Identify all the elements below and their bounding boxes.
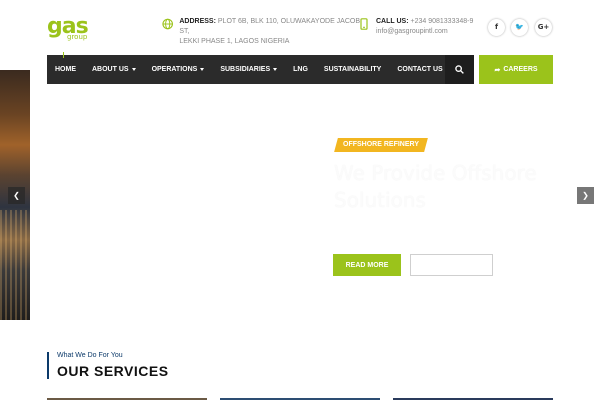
hero-tag: OFFSHORE REFINERY	[334, 138, 428, 152]
twitter-icon[interactable]: 🐦	[511, 19, 528, 36]
hero-tag-label: OFFSHORE REFINERY	[343, 141, 419, 148]
google-plus-icon[interactable]: G+	[535, 19, 552, 36]
hero-headline: We Provide Offshore Solutions	[334, 161, 537, 212]
caret-down-icon	[273, 68, 278, 71]
search-icon	[455, 65, 464, 74]
address-label: ADDRESS:	[179, 18, 216, 25]
chevron-left-icon: ❮	[13, 191, 20, 200]
chevron-right-icon: ❯	[582, 191, 589, 200]
active-indicator	[63, 52, 64, 58]
careers-label: CAREERS	[503, 66, 538, 73]
logo-subtext: group	[67, 33, 88, 41]
nav-item-lng[interactable]: LNG	[285, 55, 316, 84]
careers-button[interactable]: ➦ CAREERS	[479, 55, 553, 84]
globe-icon	[162, 18, 173, 30]
share-icon: ➦	[494, 66, 501, 74]
call-block: CALL US: +234 9081333348-9 info@gasgroup…	[358, 17, 478, 37]
nav-item-sustainability[interactable]: SUSTAINABILITY	[316, 55, 389, 84]
phone-icon	[360, 18, 368, 30]
nav-label: SUBSIDIARIES	[220, 66, 271, 73]
nav-item-home[interactable]: HOME	[47, 52, 84, 84]
hero-secondary-button[interactable]	[410, 254, 493, 276]
services-title: OUR SERVICES	[57, 363, 169, 379]
slider-prev-button[interactable]: ❮	[8, 187, 25, 204]
nav-item-about-us[interactable]: ABOUT US	[84, 55, 144, 84]
call-email[interactable]: info@gasgroupintl.com	[376, 27, 473, 37]
nav-label: OPERATIONS	[151, 66, 198, 73]
address-block: ADDRESS: PLOT 6B, BLK 110, OLUWAKAYODE J…	[162, 17, 362, 47]
logo[interactable]: gas group	[47, 16, 89, 42]
caret-down-icon	[131, 68, 136, 71]
main-nav: HOME ABOUT US OPERATIONS SUBSIDIARIES LN…	[47, 52, 445, 84]
section-accent-line	[47, 352, 49, 379]
caret-down-icon	[200, 68, 205, 71]
nav-label: SUSTAINABILITY	[323, 66, 382, 73]
nav-item-operations[interactable]: OPERATIONS	[144, 55, 213, 84]
nav-label: CONTACT US	[397, 66, 443, 73]
nav-label: LNG	[293, 66, 308, 73]
nav-item-subsidiaries[interactable]: SUBSIDIARIES	[212, 55, 285, 84]
services-subtitle: What We Do For You	[57, 352, 123, 359]
call-phone[interactable]: +234 9081333348-9	[411, 18, 474, 25]
slider-next-button[interactable]: ❯	[577, 187, 594, 204]
call-label: CALL US:	[376, 18, 409, 25]
nav-label: HOME	[55, 66, 76, 73]
facebook-icon[interactable]: f	[488, 19, 505, 36]
nav-item-contact-us[interactable]: CONTACT US	[389, 55, 450, 84]
nav-label: ABOUT US	[92, 66, 129, 73]
read-more-button[interactable]: READ MORE	[333, 254, 401, 276]
search-button[interactable]	[445, 55, 474, 84]
address-line-2: LEKKI PHASE 1, LAGOS NIGERIA	[179, 38, 290, 45]
